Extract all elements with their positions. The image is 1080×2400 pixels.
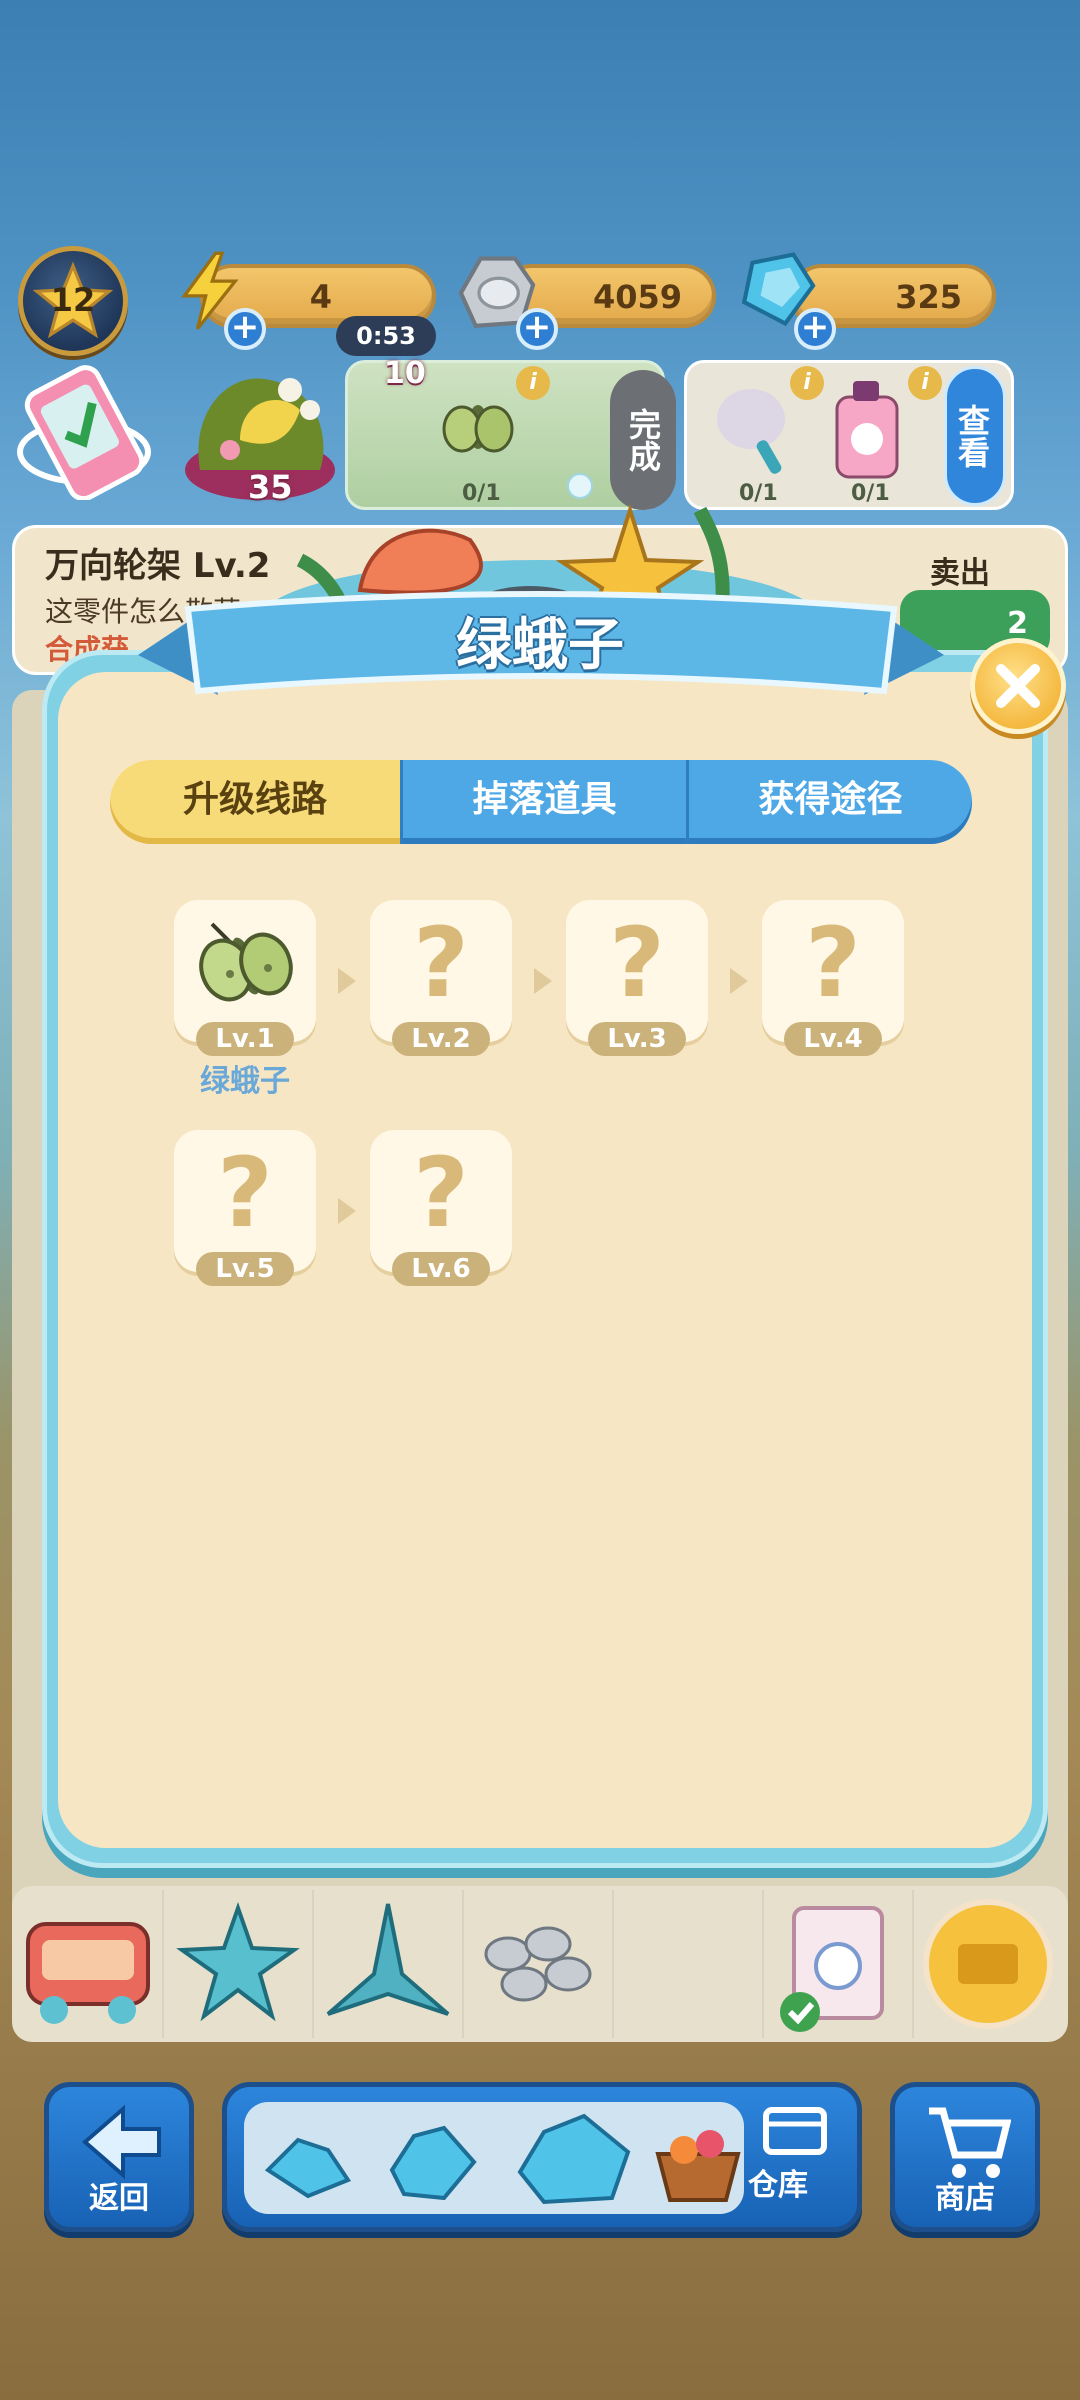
task1-info-icon[interactable]: i bbox=[516, 366, 550, 400]
unknown-level-icon: ? bbox=[609, 907, 665, 1019]
task2-info-icon-b[interactable]: i bbox=[908, 366, 942, 400]
energy-value: 4 bbox=[309, 278, 332, 316]
green-moth-icon bbox=[199, 922, 293, 1002]
level-label: Lv.3 bbox=[588, 1022, 686, 1056]
chevron-right-icon bbox=[534, 968, 552, 994]
inventory-slot[interactable] bbox=[314, 1890, 464, 2038]
modal-tabs: 升级线路 掉落道具 获得途径 bbox=[110, 760, 972, 844]
view-button[interactable]: 查看 bbox=[944, 366, 1006, 506]
gem-pile-small-icon bbox=[264, 2137, 352, 2199]
shuriken-shell-icon bbox=[326, 1903, 450, 2016]
level-card-1[interactable]: Lv.1 bbox=[174, 900, 316, 1056]
close-icon bbox=[996, 664, 1040, 708]
add-energy-button[interactable]: + bbox=[224, 308, 266, 350]
level-label: Lv.5 bbox=[196, 1252, 294, 1286]
cart-toy-icon bbox=[26, 1922, 150, 2024]
tab-upgrade-path[interactable]: 升级线路 bbox=[110, 760, 400, 844]
back-label: 返回 bbox=[89, 2181, 149, 2216]
shop-button[interactable]: 商店 bbox=[890, 2082, 1040, 2232]
level-card-5[interactable]: ? Lv.5 bbox=[174, 1130, 316, 1286]
energy-timer: 0:53 bbox=[336, 316, 436, 356]
unknown-level-icon: ? bbox=[413, 1137, 469, 1249]
level-label: Lv.6 bbox=[392, 1252, 490, 1286]
tab-obtain-methods[interactable]: 获得途径 bbox=[686, 760, 972, 844]
phone-tasks-icon[interactable] bbox=[14, 360, 154, 500]
warehouse-label[interactable]: 仓库 bbox=[748, 2160, 808, 2204]
level-label: Lv.4 bbox=[784, 1022, 882, 1056]
storage-shelf-slots bbox=[244, 2102, 744, 2214]
player-level: 12 bbox=[50, 281, 96, 319]
level-card-6[interactable]: ? Lv.6 bbox=[370, 1130, 512, 1286]
level-card-4[interactable]: ? Lv.4 bbox=[762, 900, 904, 1056]
task2-progress-b: 0/1 bbox=[851, 481, 890, 506]
inventory-slot[interactable] bbox=[464, 1890, 614, 2038]
player-level-badge[interactable]: 12 bbox=[18, 246, 128, 356]
close-button[interactable] bbox=[970, 638, 1066, 734]
item-detail-title: 万向轮架 Lv.2 bbox=[45, 546, 271, 586]
warehouse-icon bbox=[763, 2107, 827, 2155]
level-card-1-name: 绿蛾子 bbox=[200, 1064, 290, 1099]
unknown-level-icon: ? bbox=[217, 1137, 273, 1249]
coins-value: 4059 bbox=[592, 278, 682, 316]
unknown-level-icon: ? bbox=[413, 907, 469, 1019]
add-coins-button[interactable]: + bbox=[516, 308, 558, 350]
level-label: Lv.2 bbox=[392, 1022, 490, 1056]
starfish-icon bbox=[176, 1901, 300, 2022]
gems-value: 325 bbox=[895, 278, 962, 316]
chevron-right-icon bbox=[338, 1198, 356, 1224]
gem-pile-large-icon bbox=[517, 2113, 631, 2205]
unknown-level-icon: ? bbox=[805, 907, 861, 1019]
inventory-slot[interactable] bbox=[764, 1890, 914, 2038]
task2-info-icon-a[interactable]: i bbox=[790, 366, 824, 400]
tab-drop-items[interactable]: 掉落道具 bbox=[400, 760, 686, 844]
inventory-slot-empty[interactable] bbox=[614, 1890, 764, 2038]
inventory-slot[interactable] bbox=[14, 1890, 164, 2038]
moth-icon bbox=[442, 405, 514, 453]
level-card-3[interactable]: ? Lv.3 bbox=[566, 900, 708, 1056]
detergent-box-icon bbox=[780, 1906, 884, 2032]
fruit-basket-icon bbox=[655, 2130, 741, 2202]
task-badge-count: 10 bbox=[384, 356, 426, 391]
golden-orb-icon bbox=[923, 1899, 1053, 2029]
detergent-icon bbox=[835, 381, 899, 479]
chevron-right-icon bbox=[730, 968, 748, 994]
level-card-2[interactable]: ? Lv.2 bbox=[370, 900, 512, 1056]
gem-pile-medium-icon bbox=[389, 2125, 477, 2201]
coin-pile-icon bbox=[484, 1926, 592, 2002]
duster-icon bbox=[717, 389, 785, 474]
modal-title: 绿蛾子 bbox=[456, 613, 624, 678]
inventory-slot[interactable] bbox=[914, 1890, 1064, 2038]
back-button[interactable]: 返回 bbox=[44, 2082, 194, 2232]
inventory-slot[interactable] bbox=[164, 1890, 314, 2038]
level-label: Lv.1 bbox=[196, 1022, 294, 1056]
chevron-right-icon bbox=[338, 968, 356, 994]
shop-label: 商店 bbox=[935, 2181, 995, 2216]
add-gems-button[interactable]: + bbox=[794, 308, 836, 350]
